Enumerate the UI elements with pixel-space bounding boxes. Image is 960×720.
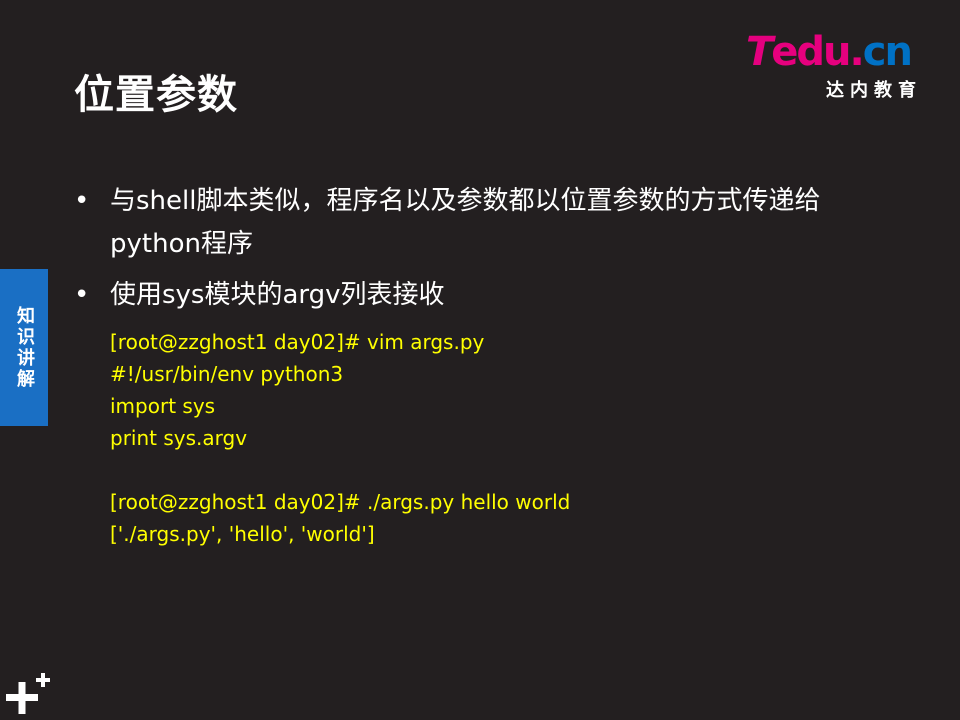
bullet-text: 使用sys模块的argv列表接收 (110, 280, 445, 310)
bullet-item: • 与shell脚本类似，程序名以及参数都以位置参数的方式传递给python程序 (74, 180, 874, 266)
logo-wordmark: Tedu.cn (746, 29, 913, 75)
bullet-text: 与shell脚本类似，程序名以及参数都以位置参数的方式传递给python程序 (110, 186, 821, 259)
tedu-logo: Tedu.cn 达内教育 (746, 29, 932, 101)
side-tab: 知识讲解 (0, 269, 48, 426)
code-line: print sys.argv (110, 426, 248, 450)
code-block: [root@zzghost1 day02]# vim args.py #!/us… (110, 326, 570, 550)
bullet-list: • 与shell脚本类似，程序名以及参数都以位置参数的方式传递给python程序… (74, 180, 874, 325)
side-tab-label: 知识讲解 (14, 305, 35, 390)
code-line: ['./args.py', 'hello', 'world'] (110, 522, 375, 546)
bullet-dot-icon: • (74, 280, 90, 310)
bullet-item: • 使用sys模块的argv列表接收 (74, 274, 874, 317)
code-line: import sys (110, 394, 216, 418)
logo-letter-t: T (746, 29, 773, 75)
slide-title: 位置参数 (74, 72, 238, 118)
plus-icon (6, 673, 50, 714)
code-line: #!/usr/bin/env python3 (110, 362, 344, 386)
code-line: [root@zzghost1 day02]# ./args.py hello w… (110, 490, 571, 514)
logo-subtitle: 达内教育 (826, 80, 922, 101)
logo-suffix: cn (862, 29, 913, 75)
code-line: [root@zzghost1 day02]# vim args.py (110, 330, 485, 354)
bullet-dot-icon: • (74, 186, 90, 216)
logo-word: edu. (771, 29, 864, 75)
